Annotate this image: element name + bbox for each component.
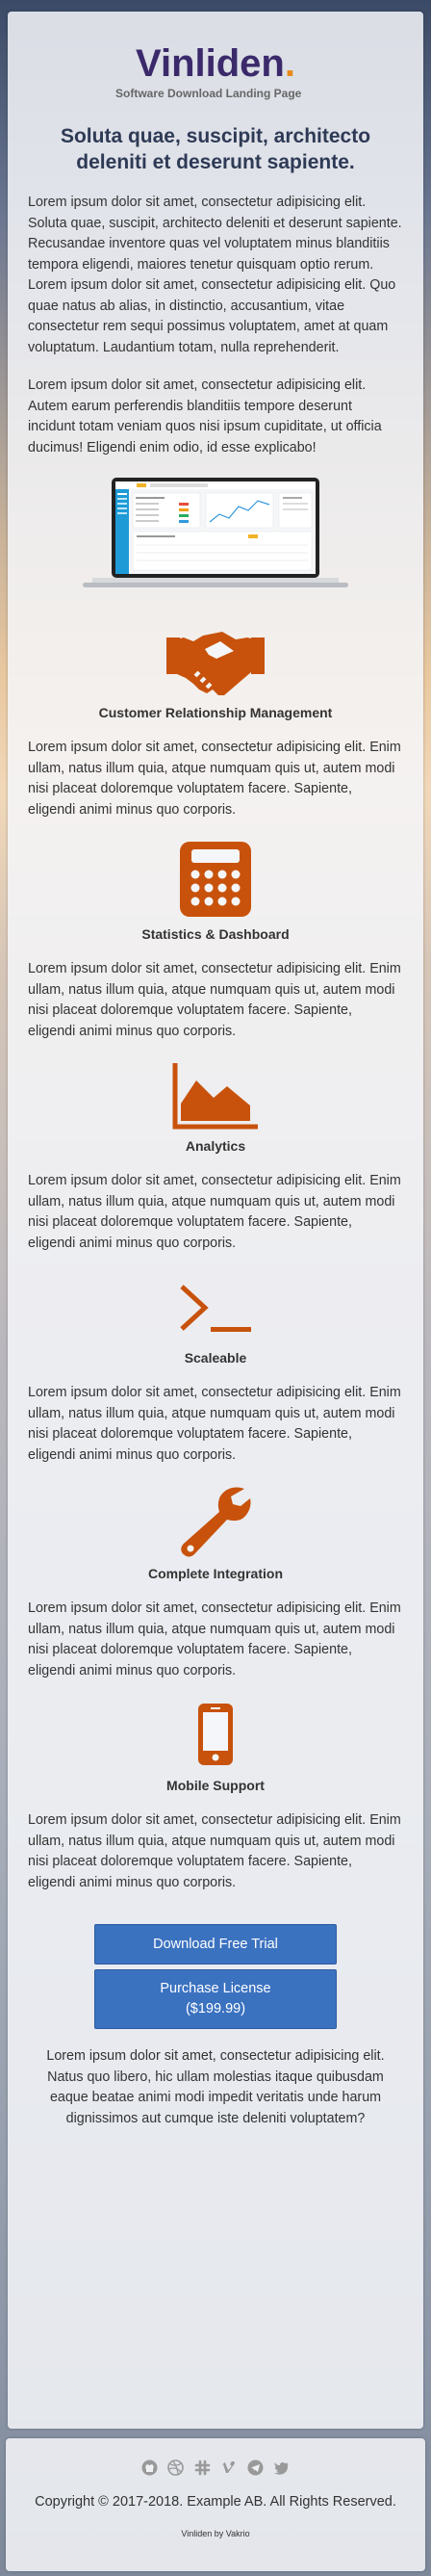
feature-text: Lorem ipsum dolor sit amet, consectetur …	[28, 1812, 401, 1890]
feature-title: Complete Integration	[147, 1566, 283, 1581]
feature-title: Scaleable	[184, 1350, 247, 1366]
feature-text: Lorem ipsum dolor sit amet, consectetur …	[28, 961, 401, 1039]
intro-paragraph: Lorem ipsum dolor sit amet, consectetur …	[28, 195, 402, 355]
handshake-icon	[166, 632, 265, 695]
closing-paragraph: Lorem ipsum dolor sit amet, consectetur …	[46, 2048, 385, 2126]
laptop-dashboard-image	[83, 478, 348, 587]
feature-statistics: Statistics & Dashboard Lorem ipsum dolor…	[8, 840, 423, 1042]
feature-title: Customer Relationship Management	[98, 705, 333, 720]
feature-text: Lorem ipsum dolor sit amet, consectetur …	[28, 1600, 401, 1678]
download-trial-button[interactable]: Download Free Trial	[94, 1924, 337, 1965]
github-icon[interactable]	[141, 2459, 158, 2476]
social-links	[6, 2459, 425, 2477]
telegram-icon[interactable]	[247, 2459, 264, 2476]
feature-title: Statistics & Dashboard	[141, 926, 290, 942]
logo[interactable]: Vinliden.	[8, 44, 423, 83]
calculator-icon	[180, 842, 251, 917]
feature-mobile: Mobile Support Lorem ipsum dolor sit ame…	[8, 1701, 423, 1893]
terminal-icon	[180, 1285, 251, 1332]
brand-name: Vinliden	[136, 42, 285, 85]
purchase-license-button[interactable]: Purchase License ($199.99)	[94, 1969, 337, 2029]
area-chart-icon	[172, 1063, 258, 1130]
wrench-icon	[181, 1487, 251, 1557]
purchase-price: ($199.99)	[185, 2001, 246, 2017]
slack-icon[interactable]	[194, 2459, 211, 2476]
credit-link[interactable]: Vinliden by Vakrio	[6, 2529, 425, 2538]
feature-crm: Customer Relationship Management Lorem i…	[8, 628, 423, 820]
feature-analytics: Analytics Lorem ipsum dolor sit amet, co…	[8, 1061, 423, 1254]
dribbble-icon[interactable]	[167, 2459, 185, 2477]
feature-text: Lorem ipsum dolor sit amet, consectetur …	[28, 740, 401, 818]
feature-integration: Complete Integration Lorem ipsum dolor s…	[8, 1485, 423, 1681]
page-headline: Soluta quae, suscipit, architecto deleni…	[60, 125, 371, 173]
feature-title: Mobile Support	[166, 1778, 265, 1793]
feature-title: Analytics	[185, 1138, 246, 1154]
main-card: Vinliden. Software Download Landing Page…	[8, 12, 423, 2429]
tagline: Software Download Landing Page	[115, 87, 302, 100]
mobile-phone-icon	[198, 1704, 233, 1765]
feature-text: Lorem ipsum dolor sit amet, consectetur …	[28, 1173, 401, 1251]
feature-text: Lorem ipsum dolor sit amet, consectetur …	[28, 1385, 401, 1463]
intro-paragraph: Lorem ipsum dolor sit amet, consectetur …	[28, 377, 382, 455]
twitter-icon[interactable]	[273, 2459, 290, 2476]
copyright-text: Copyright © 2017-2018. Example AB. All R…	[35, 2494, 396, 2510]
purchase-label: Purchase License	[160, 1981, 271, 1996]
feature-scaleable: Scaleable Lorem ipsum dolor sit amet, co…	[8, 1273, 423, 1466]
brand-dot: .	[284, 42, 295, 85]
vimeo-icon[interactable]	[220, 2459, 237, 2476]
footer: Copyright © 2017-2018. Example AB. All R…	[6, 2438, 425, 2571]
